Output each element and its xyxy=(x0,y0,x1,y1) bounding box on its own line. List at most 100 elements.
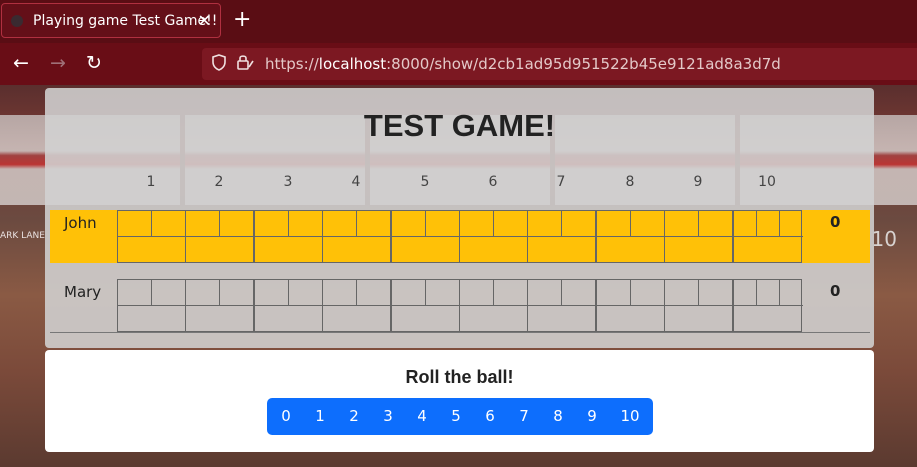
frame-score xyxy=(665,237,732,262)
frame-number: 2 xyxy=(214,174,224,190)
frame-score xyxy=(392,306,459,331)
frame-score xyxy=(392,237,459,262)
roll-box xyxy=(494,280,528,306)
roll-box xyxy=(323,280,358,306)
roll-box xyxy=(288,211,323,237)
frame-cell xyxy=(253,279,323,332)
roll-8-button[interactable]: 8 xyxy=(541,398,575,435)
frame-cell xyxy=(527,210,597,263)
frame-number: 9 xyxy=(693,174,703,190)
roll-10-button[interactable]: 10 xyxy=(609,398,651,435)
frame-score xyxy=(460,237,527,262)
game-title: TEST GAME! xyxy=(363,108,556,143)
background-sign: ARK LANE xyxy=(0,231,45,241)
frame-score xyxy=(118,237,185,262)
pin-button-group: 0 1 2 3 4 5 6 7 8 9 10 xyxy=(267,398,653,435)
roll-box xyxy=(699,280,734,306)
roll-panel: Roll the ball! 0 1 2 3 4 5 6 7 8 9 10 xyxy=(45,350,874,452)
roll-box xyxy=(596,211,631,237)
roll-9-button[interactable]: 9 xyxy=(575,398,609,435)
forward-icon[interactable]: → xyxy=(50,52,66,74)
frame-score xyxy=(186,306,253,331)
shield-icon[interactable] xyxy=(211,54,227,75)
browser-tab[interactable]: Playing game Test Game!! ✕ xyxy=(1,3,221,38)
frame-cell xyxy=(664,210,734,263)
roll-box xyxy=(733,280,757,306)
roll-box xyxy=(391,280,426,306)
roll-box xyxy=(733,211,757,237)
roll-box xyxy=(186,211,221,237)
frame-score xyxy=(597,237,664,262)
roll-box xyxy=(152,280,186,306)
frame-number: 1 xyxy=(146,174,156,190)
frame-cell xyxy=(117,210,186,263)
close-tab-icon[interactable]: ✕ xyxy=(198,11,211,30)
roll-box xyxy=(779,211,803,237)
roll-box xyxy=(323,211,358,237)
roll-box xyxy=(630,211,665,237)
frame-cell xyxy=(595,279,665,332)
browser-tab-bar: Playing game Test Game!! ✕ + xyxy=(0,0,917,43)
background-lane-number: 10 xyxy=(871,227,897,251)
roll-box xyxy=(357,211,392,237)
frame-score xyxy=(323,306,390,331)
roll-box xyxy=(357,280,392,306)
frame-score xyxy=(665,306,732,331)
roll-box xyxy=(630,280,665,306)
roll-title: Roll the ball! xyxy=(405,367,514,387)
frame-score xyxy=(186,237,253,262)
roll-5-button[interactable]: 5 xyxy=(439,398,473,435)
frame-number: 3 xyxy=(283,174,293,190)
tab-title: Playing game Test Game!! xyxy=(33,12,218,29)
player-row-john: John 0 xyxy=(50,210,870,263)
frame-score xyxy=(323,237,390,262)
frame-number: 5 xyxy=(420,174,430,190)
frame-cell xyxy=(459,279,528,332)
frame-score xyxy=(734,306,801,331)
roll-4-button[interactable]: 4 xyxy=(405,398,439,435)
roll-box xyxy=(460,280,494,306)
roll-3-button[interactable]: 3 xyxy=(371,398,405,435)
frame-cell xyxy=(664,279,734,332)
frame-number: 6 xyxy=(488,174,498,190)
back-icon[interactable]: ← xyxy=(13,52,29,74)
roll-7-button[interactable]: 7 xyxy=(507,398,541,435)
roll-box xyxy=(779,280,803,306)
new-tab-icon[interactable]: + xyxy=(233,8,251,32)
frame-cell xyxy=(527,279,597,332)
row-divider xyxy=(50,332,870,333)
frame-cell xyxy=(253,210,323,263)
frame-score xyxy=(255,237,322,262)
frame-cell xyxy=(459,210,528,263)
roll-box xyxy=(665,211,700,237)
frame-cell xyxy=(322,210,392,263)
roll-0-button[interactable]: 0 xyxy=(269,398,303,435)
roll-box xyxy=(118,211,152,237)
roll-box xyxy=(186,280,221,306)
roll-box xyxy=(391,211,426,237)
roll-box xyxy=(562,280,597,306)
frame-cell xyxy=(732,210,803,263)
roll-box xyxy=(254,280,289,306)
player-row-mary: Mary 0 xyxy=(50,279,870,332)
address-bar[interactable]: https://localhost:8000/show/d2cb1ad95d95… xyxy=(202,48,917,80)
frame-score xyxy=(460,306,527,331)
reload-icon[interactable]: ↻ xyxy=(86,52,102,74)
roll-1-button[interactable]: 1 xyxy=(303,398,337,435)
roll-box xyxy=(288,280,323,306)
frame-cell xyxy=(322,279,392,332)
frame-cell xyxy=(595,210,665,263)
frame-number: 4 xyxy=(351,174,361,190)
frame-cell xyxy=(390,279,460,332)
roll-box xyxy=(665,280,700,306)
scoreboard: TEST GAME! 1 2 3 4 5 6 7 8 9 10 John 0 M… xyxy=(45,88,874,348)
player-name: John xyxy=(64,214,97,232)
frame-number: 8 xyxy=(625,174,635,190)
tab-favicon-icon xyxy=(11,14,23,27)
player-total: 0 xyxy=(830,282,841,300)
roll-6-button[interactable]: 6 xyxy=(473,398,507,435)
roll-box xyxy=(425,211,460,237)
roll-2-button[interactable]: 2 xyxy=(337,398,371,435)
lock-icon[interactable] xyxy=(236,54,254,75)
frame-score xyxy=(597,306,664,331)
